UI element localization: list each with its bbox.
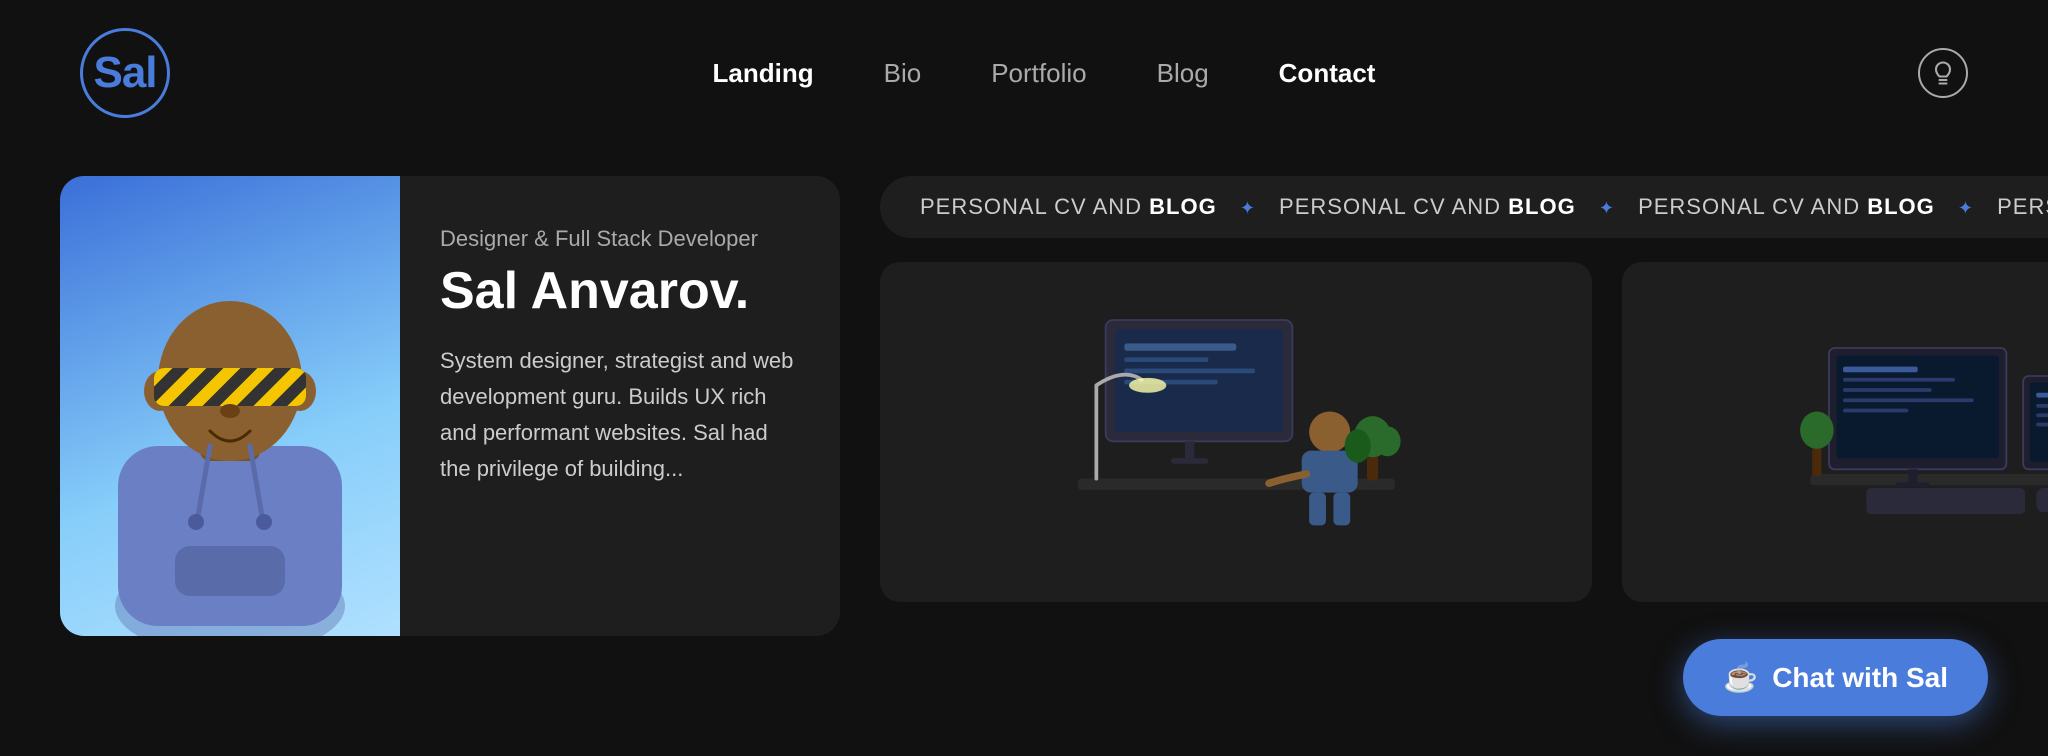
- logo[interactable]: Sal: [80, 28, 170, 118]
- right-section: PERSONAL CV AND BLOG ✦ PERSONAL CV AND B…: [880, 176, 2048, 602]
- hero-subtitle: Designer & Full Stack Developer: [440, 226, 800, 252]
- nav-bio[interactable]: Bio: [884, 58, 922, 89]
- logo-circle: Sal: [80, 28, 170, 118]
- illustration-2: [1622, 262, 2048, 602]
- nav-portfolio[interactable]: Portfolio: [991, 58, 1086, 89]
- chat-emoji: ☕: [1723, 661, 1758, 694]
- cards-row: [880, 262, 2048, 602]
- nav-contact[interactable]: Contact: [1279, 58, 1376, 89]
- desk-illustration-svg: [916, 292, 1557, 572]
- ticker-text: PERSONAL CV AND BLOG ✦ PERSONAL CV AND B…: [920, 194, 2048, 220]
- main-nav: Landing Bio Portfolio Blog Contact: [713, 58, 1376, 89]
- info-section: Designer & Full Stack Developer Sal Anva…: [400, 176, 840, 636]
- chat-button-label: Chat with Sal: [1772, 662, 1948, 694]
- chat-button[interactable]: ☕ Chat with Sal: [1683, 639, 1988, 716]
- ticker-band: PERSONAL CV AND BLOG ✦ PERSONAL CV AND B…: [880, 176, 2048, 238]
- illustration-1: [880, 262, 1592, 602]
- lightbulb-icon: [1929, 59, 1957, 87]
- illustration-card-2: [1622, 262, 2048, 602]
- theme-toggle-button[interactable]: [1918, 48, 1968, 98]
- logo-text: Sal: [93, 48, 156, 98]
- hero-card: Designer & Full Stack Developer Sal Anva…: [60, 176, 840, 636]
- avatar-section: [60, 176, 400, 636]
- avatar-figure: [80, 206, 380, 636]
- nav-landing[interactable]: Landing: [713, 58, 814, 89]
- hero-name: Sal Anvarov.: [440, 264, 800, 319]
- illustration-card-1: [880, 262, 1592, 602]
- avatar-svg: [80, 206, 380, 636]
- nav-blog[interactable]: Blog: [1157, 58, 1209, 89]
- workspace-illustration-svg: [1658, 292, 2048, 572]
- hero-description: System designer, strategist and web deve…: [440, 343, 800, 488]
